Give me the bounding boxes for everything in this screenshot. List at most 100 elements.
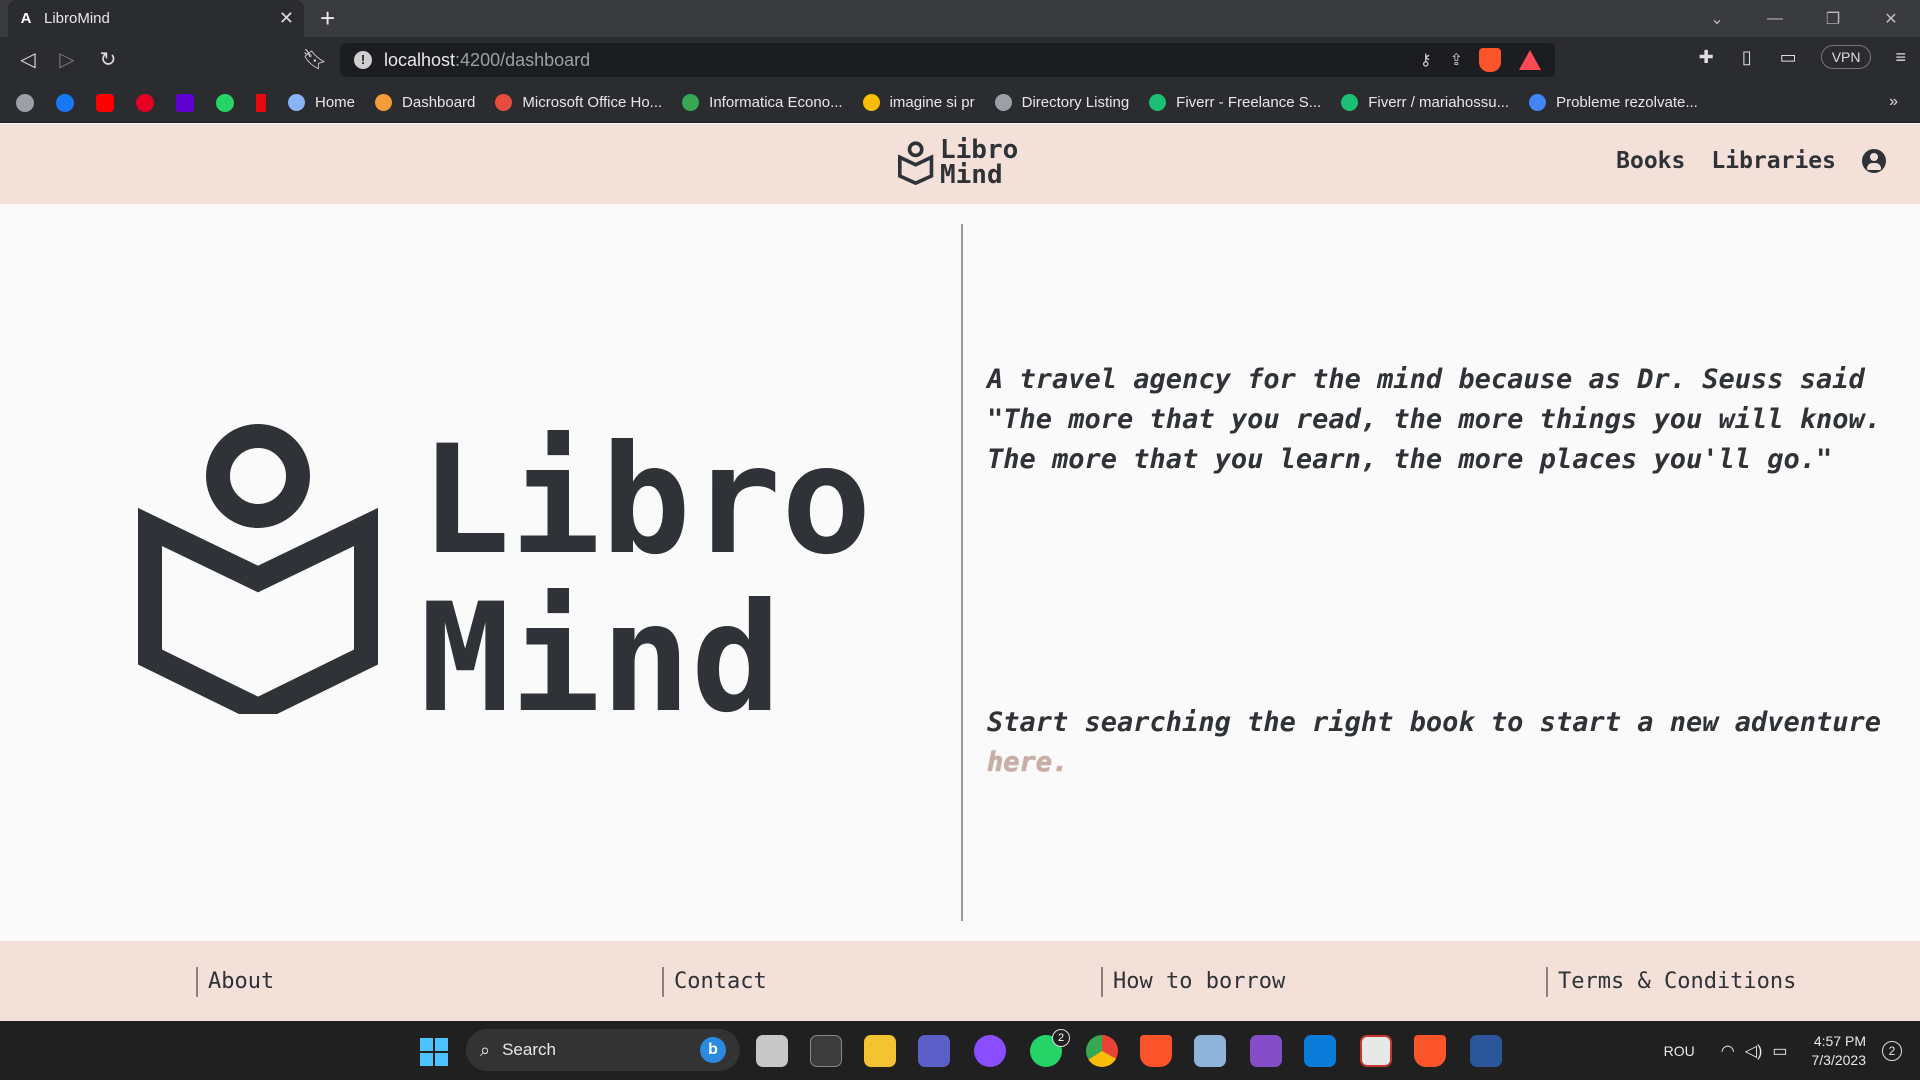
bookmark-item[interactable]: Probleme rezolvate... (1529, 94, 1698, 111)
bing-icon[interactable]: b (700, 1037, 726, 1063)
wallet-icon[interactable]: ▭ (1780, 47, 1797, 68)
windows-start-icon[interactable] (420, 1038, 448, 1066)
footer-terms-link[interactable]: Terms & Conditions (1546, 967, 1796, 997)
dashboard-main: Libro Mind A travel agency for the mind … (0, 204, 1920, 941)
bookmark-favicon-icon (862, 94, 880, 111)
header-logo-text: Libro Mind (940, 137, 1018, 190)
vpn-button[interactable]: VPN (1820, 45, 1872, 69)
hero-line1: Libro (420, 414, 872, 588)
bookmarks-bar: Home Dashboard Microsoft Office Ho... Infor… (0, 83, 1920, 123)
reload-icon[interactable]: ↻ (96, 47, 120, 72)
brave-rewards-icon[interactable] (1519, 50, 1541, 70)
bookmark-item[interactable]: Fiverr - Freelance S... (1149, 94, 1321, 111)
seuss-quote: A travel agency for the mind because as … (987, 364, 1882, 475)
visual-studio-icon[interactable] (1250, 1035, 1282, 1067)
whatsapp-bookmark-icon[interactable] (216, 93, 234, 112)
forward-icon[interactable]: ▷ (55, 47, 79, 72)
extensions-icon[interactable]: ✚ (1699, 47, 1714, 68)
bookmark-list: Home Dashboard Microsoft Office Ho... Infor… (288, 94, 1718, 111)
clock[interactable]: 4:57 PM 7/3/2023 (1812, 1032, 1867, 1070)
back-icon[interactable]: ◁ (16, 47, 40, 72)
notification-badge[interactable]: 2 (1882, 1040, 1902, 1061)
url-path: :4200/dashboard (455, 49, 591, 70)
more-bookmarks-icon[interactable]: » (1889, 93, 1898, 111)
footer-about-link[interactable]: About (196, 967, 274, 997)
vertical-divider (961, 224, 963, 921)
sidebar-icon[interactable]: ▯ (1742, 47, 1752, 68)
url-text[interactable]: localhost:4200/dashboard (384, 50, 1402, 71)
share-icon[interactable]: ⇪ (1450, 50, 1463, 70)
whatsapp-badge: 2 (1052, 1029, 1070, 1047)
bookmark-item[interactable]: Dashboard (375, 94, 475, 111)
app-footer: About Contact How to borrow Terms & Cond… (0, 941, 1920, 1021)
nav-books-link[interactable]: Books (1616, 148, 1685, 174)
tab-search-icon[interactable]: ⌄ (1688, 9, 1746, 29)
bookmark-label: Directory Listing (1021, 94, 1130, 111)
terminal-icon[interactable] (810, 1035, 842, 1067)
header-logo-line2: Mind (940, 160, 1003, 190)
header-logo[interactable]: Libro Mind (898, 137, 1018, 190)
key-icon[interactable]: ⚷ (1420, 50, 1432, 70)
bookmark-label: Informatica Econo... (709, 94, 843, 111)
bookmark-item[interactable]: Fiverr / mariahossu... (1341, 94, 1509, 111)
bookmark-favicon-icon (1341, 94, 1359, 111)
file-explorer-icon[interactable] (864, 1035, 896, 1067)
bookmark-favicon-icon (994, 94, 1012, 111)
netflix-bookmark-icon[interactable] (256, 93, 266, 112)
hero-line2: Mind (420, 572, 782, 746)
task-view-icon[interactable] (756, 1035, 788, 1067)
snipping-tool-icon[interactable] (1360, 1035, 1392, 1067)
search-icon: ⌕ (480, 1039, 491, 1060)
vscode-icon[interactable] (1304, 1035, 1336, 1067)
volume-icon[interactable]: ◁) (1745, 1041, 1763, 1061)
youtube-bookmark-icon[interactable] (96, 93, 114, 112)
teams-icon[interactable] (918, 1035, 950, 1067)
browser-tab[interactable]: A LibroMind ✕ (8, 0, 304, 37)
brave-secondary-icon[interactable] (1414, 1035, 1446, 1067)
footer-contact-link[interactable]: Contact (662, 967, 767, 997)
angular-favicon-icon: A (20, 9, 32, 27)
nav-libraries-link[interactable]: Libraries (1711, 148, 1836, 174)
address-bar[interactable]: ! localhost:4200/dashboard ⚷ ⇪ (340, 43, 1555, 77)
minimize-button[interactable]: — (1746, 10, 1804, 28)
chrome-icon[interactable] (1086, 1035, 1118, 1067)
footer-how-to-borrow-link[interactable]: How to borrow (1101, 967, 1285, 997)
system-tray: ROU ◠ ◁) ▭ 4:57 PM 7/3/2023 2 (1664, 1021, 1920, 1080)
browser-toolbar: ◁ ▷ ↻ 🔖︎ ! localhost:4200/dashboard ⚷ ⇪ … (0, 37, 1920, 83)
messenger-icon[interactable] (974, 1035, 1006, 1067)
close-window-button[interactable]: ✕ (1862, 9, 1920, 29)
here-link[interactable]: here. (987, 747, 1068, 778)
bookmark-item[interactable]: Informatica Econo... (682, 94, 843, 111)
brave-shields-icon[interactable] (1479, 48, 1501, 72)
language-indicator[interactable]: ROU (1664, 1043, 1695, 1059)
account-icon[interactable] (1862, 149, 1886, 173)
yahoo-mail-bookmark-icon[interactable] (176, 93, 194, 112)
bookmark-icon[interactable]: 🔖︎ (302, 47, 327, 72)
bookmark-item[interactable]: Home (288, 94, 355, 111)
pinterest-bookmark-icon[interactable] (136, 93, 154, 112)
wifi-icon[interactable]: ◠ (1721, 1041, 1735, 1061)
site-info-icon[interactable]: ! (354, 51, 372, 69)
photos-icon[interactable] (1194, 1035, 1226, 1067)
windows-taskbar: ⌕ Search b 2 ROU ◠ ◁) ▭ 4:57 PM 7/3/2023… (0, 1021, 1920, 1080)
cta-text: Start searching the right book to start … (987, 707, 1882, 738)
brave-icon[interactable] (1140, 1035, 1172, 1067)
bookmark-item[interactable]: imagine si pr (862, 94, 975, 111)
bookmark-item[interactable]: Microsoft Office Ho... (495, 94, 662, 111)
facebook-bookmark-icon[interactable] (56, 93, 74, 112)
new-tab-button[interactable]: + (320, 4, 335, 32)
close-tab-icon[interactable]: ✕ (279, 8, 294, 29)
menu-icon[interactable]: ≡ (1895, 47, 1906, 68)
taskbar-search[interactable]: ⌕ Search b (466, 1029, 740, 1071)
bookmark-item[interactable]: Directory Listing (994, 94, 1130, 111)
bookmark-label: Dashboard (402, 94, 476, 111)
battery-icon[interactable]: ▭ (1772, 1041, 1787, 1061)
word-icon[interactable] (1470, 1035, 1502, 1067)
bookmark-favicon-icon (1149, 94, 1167, 111)
bookmark-favicon-icon (375, 94, 393, 111)
app-header: Libro Mind Books Libraries (0, 124, 1920, 204)
whatsapp-icon[interactable]: 2 (1030, 1029, 1070, 1067)
bookmark-label: Home (315, 94, 356, 111)
restore-button[interactable]: ❐ (1804, 9, 1862, 29)
globe-bookmark-icon[interactable] (16, 93, 34, 112)
